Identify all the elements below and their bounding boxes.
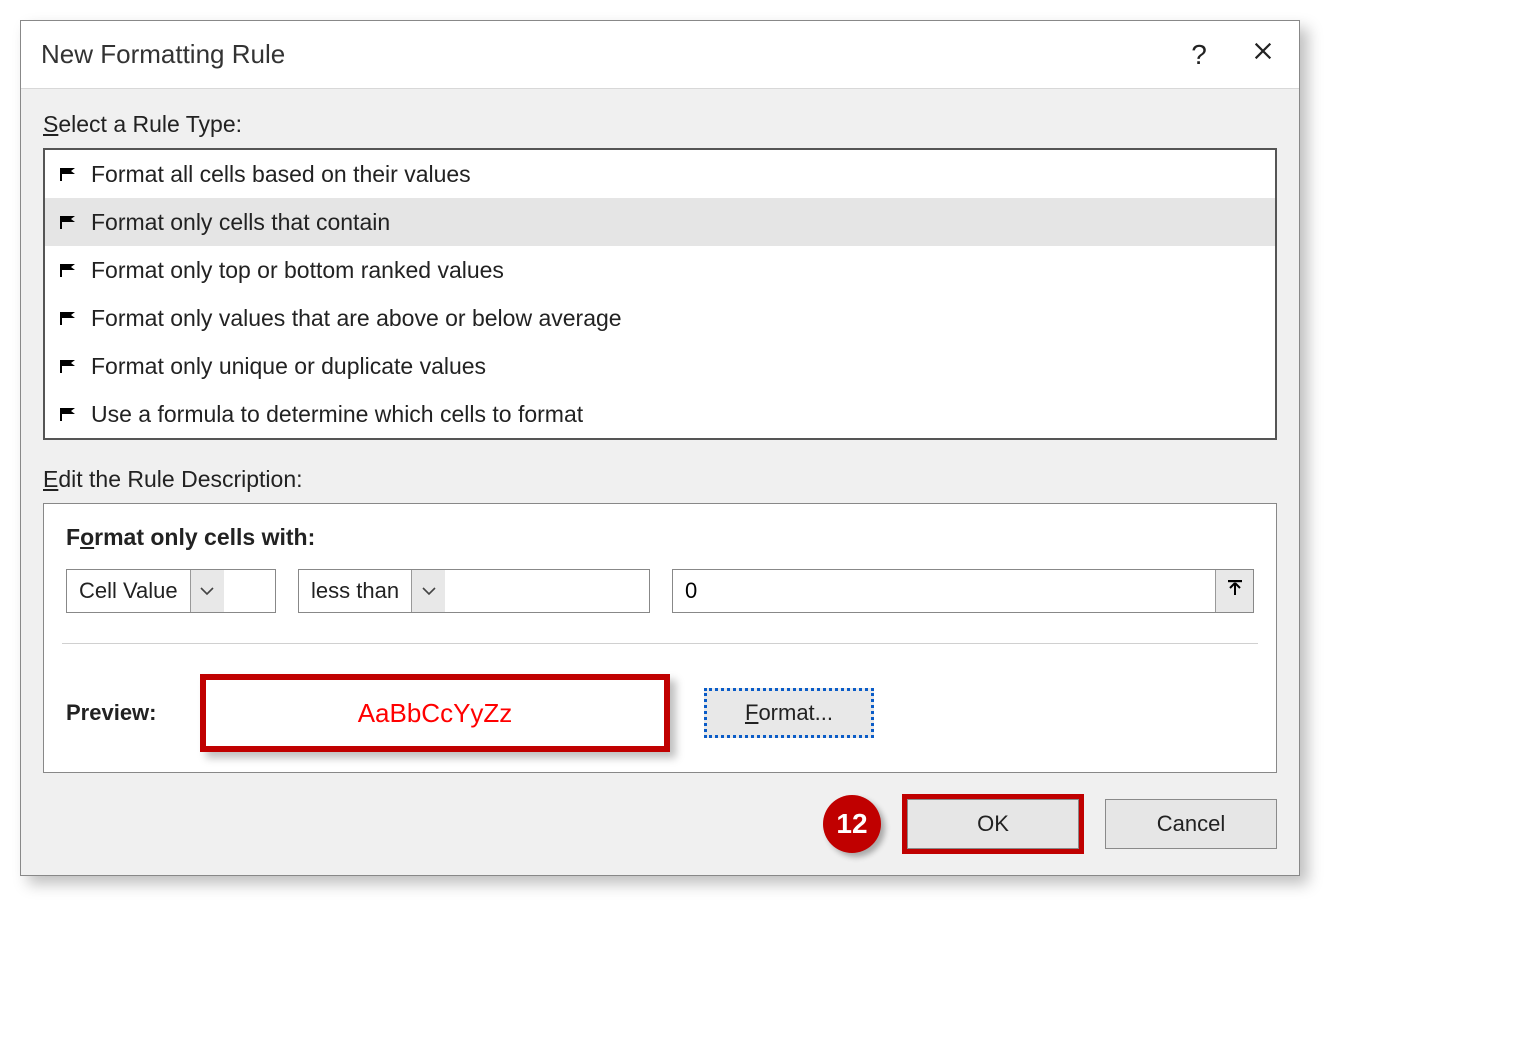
rule-type-item[interactable]: Use a formula to determine which cells t… [45, 390, 1275, 438]
rule-type-label: Format only values that are above or bel… [91, 298, 622, 338]
range-selector-icon [1226, 578, 1244, 604]
chevron-down-icon [190, 570, 224, 612]
comparison-operator-combo[interactable]: less than [298, 569, 650, 613]
rule-type-item[interactable]: Format all cells based on their values [45, 150, 1275, 198]
rule-description-box: Format only cells with: Cell Value less … [43, 503, 1277, 773]
rule-type-label: Format all cells based on their values [91, 154, 471, 194]
flag-icon [59, 310, 79, 326]
rule-type-item[interactable]: Format only top or bottom ranked values [45, 246, 1275, 294]
flag-icon [59, 262, 79, 278]
flag-icon [59, 166, 79, 182]
preview-sample-text: AaBbCcYyZz [358, 698, 513, 729]
titlebar: New Formatting Rule ? [21, 21, 1299, 89]
help-button[interactable]: ? [1167, 33, 1231, 77]
select-rule-type-label: Select a Rule Type: [43, 111, 1277, 138]
rule-type-label: Format only unique or duplicate values [91, 346, 486, 386]
ok-button[interactable]: OK [907, 799, 1079, 849]
cancel-button[interactable]: Cancel [1105, 799, 1277, 849]
comparison-value-input[interactable] [673, 570, 1215, 612]
chevron-down-icon [411, 570, 445, 612]
criteria-row: Cell Value less than [66, 569, 1254, 613]
format-preview: AaBbCcYyZz [200, 674, 670, 752]
rule-type-label: Format only cells that contain [91, 202, 390, 242]
help-icon: ? [1191, 39, 1207, 71]
dialog-body: Select a Rule Type: Format all cells bas… [21, 89, 1299, 875]
close-button[interactable] [1231, 33, 1295, 77]
rule-type-list[interactable]: Format all cells based on their values Fo… [43, 148, 1277, 440]
flag-icon [59, 406, 79, 422]
comparison-value-field[interactable] [672, 569, 1254, 613]
flag-icon [59, 358, 79, 374]
rule-type-item[interactable]: Format only values that are above or bel… [45, 294, 1275, 342]
edit-rule-description-label: Edit the Rule Description: [43, 466, 1277, 493]
criteria-type-value: Cell Value [67, 578, 190, 604]
new-formatting-rule-dialog: New Formatting Rule ? Select a Rule Type… [20, 20, 1300, 876]
preview-row: Preview: AaBbCcYyZz Format... [66, 674, 1254, 752]
criteria-header: Format only cells with: [66, 524, 1254, 551]
format-button[interactable]: Format... [704, 688, 874, 738]
dialog-title: New Formatting Rule [41, 39, 1167, 70]
comparison-operator-value: less than [299, 578, 411, 604]
criteria-type-combo[interactable]: Cell Value [66, 569, 276, 613]
dialog-footer: 12 OK Cancel [43, 795, 1277, 853]
rule-type-label: Use a formula to determine which cells t… [91, 394, 583, 434]
rule-type-item[interactable]: Format only cells that contain [45, 198, 1275, 246]
close-icon [1252, 40, 1274, 69]
flag-icon [59, 214, 79, 230]
step-badge: 12 [823, 795, 881, 853]
divider [62, 643, 1258, 644]
preview-label: Preview: [66, 700, 176, 726]
rule-type-label: Format only top or bottom ranked values [91, 250, 504, 290]
range-selector-button[interactable] [1215, 570, 1253, 612]
rule-type-item[interactable]: Format only unique or duplicate values [45, 342, 1275, 390]
